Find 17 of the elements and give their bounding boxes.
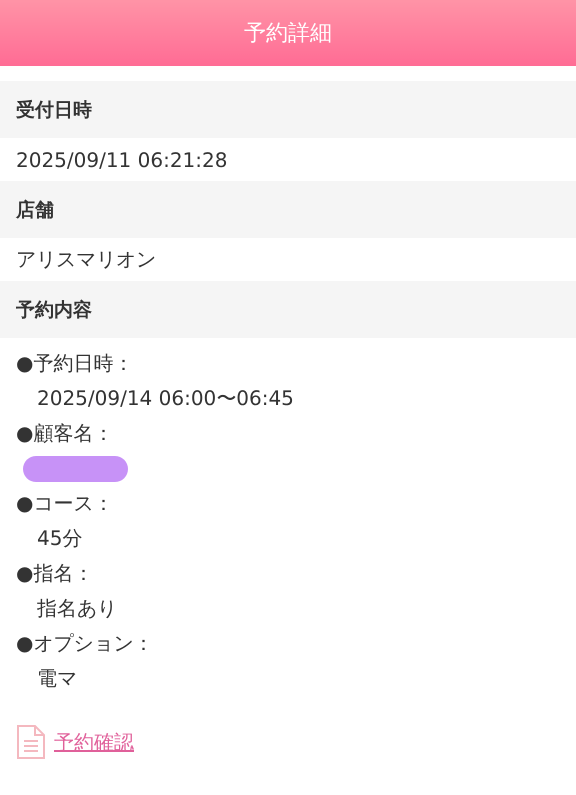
item-label: ●顧客名：: [16, 420, 114, 447]
section-heading: 予約内容: [0, 281, 576, 338]
item-value: 2025/09/14 06:00〜06:45: [37, 385, 294, 412]
reservation-confirm-link[interactable]: 予約確認: [54, 728, 134, 756]
item-value: 45分: [37, 525, 82, 552]
item-label: ●コース：: [16, 490, 114, 517]
document-icon: [16, 724, 46, 760]
field-value: 2025/09/11 06:21:28: [16, 148, 228, 172]
section-heading: 受付日時: [0, 81, 576, 138]
page-title: 予約詳細: [244, 20, 332, 48]
field-value: アリスマリオン: [16, 246, 156, 273]
section-heading: 店舗: [0, 181, 576, 238]
item-value: 電マ: [37, 665, 77, 692]
item-label: ●指名：: [16, 560, 94, 587]
item-label: ●オプション：: [16, 630, 154, 657]
item-label: ●予約日時：: [16, 350, 134, 377]
item-value: 指名あり: [37, 595, 117, 622]
